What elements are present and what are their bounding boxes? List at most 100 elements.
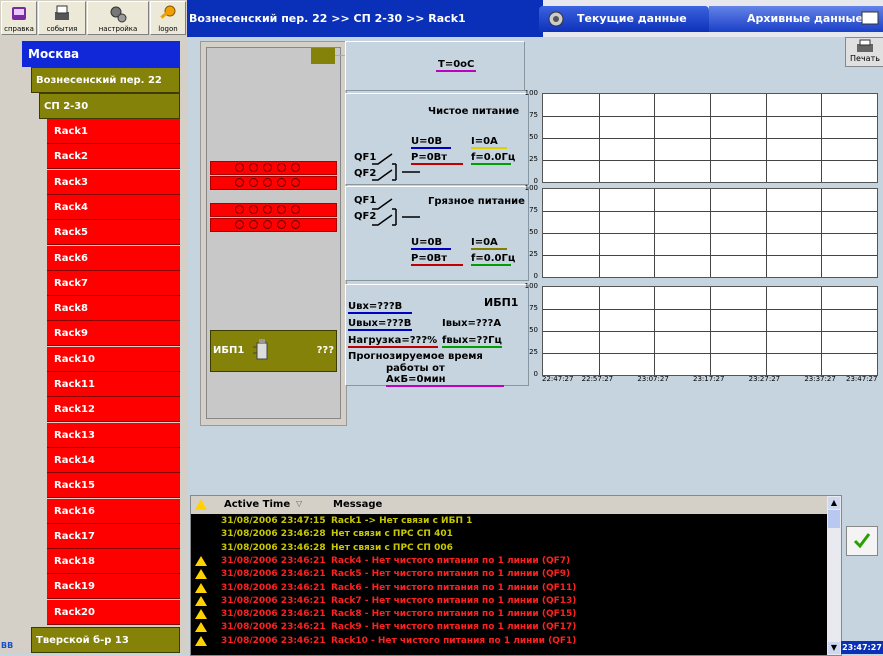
x-tick-label: 23:17:27	[693, 375, 725, 383]
temperature-sensor[interactable]	[311, 48, 335, 64]
col-active-time[interactable]: Active Time	[224, 499, 290, 510]
y-tick-label: 100	[524, 282, 538, 290]
led-indicator	[235, 220, 244, 229]
tree-city[interactable]: Москва	[22, 41, 180, 67]
tree-rack-item[interactable]: Rack16	[47, 498, 180, 524]
tree-rack-item[interactable]: Rack11	[47, 372, 180, 397]
alarm-row[interactable]: 31/08/2006 23:46:21 Rack7 - Нет чистого п…	[191, 595, 827, 607]
tree-rack-item[interactable]: Rack1	[47, 119, 180, 144]
alarm-time: 31/08/2006 23:46:21	[221, 595, 326, 606]
alarm-scrollbar[interactable]: ▲ ▼	[827, 496, 841, 655]
alarm-row[interactable]: 31/08/2006 23:46:28 Нет связи с ПРС СП 00…	[191, 542, 827, 554]
tree-room[interactable]: СП 2-30	[39, 93, 180, 119]
alarm-row[interactable]: 31/08/2006 23:46:21 Rack4 - Нет чистого п…	[191, 555, 827, 567]
acknowledge-button[interactable]	[846, 526, 878, 556]
server-unit[interactable]	[210, 176, 337, 190]
alarm-row[interactable]: 31/08/2006 23:47:15 Rack1 -> Нет связи с …	[191, 515, 827, 527]
grid-line	[543, 233, 877, 234]
alarm-message: Rack1 -> Нет связи с ИБП 1	[331, 516, 473, 526]
ups-panel: ИБП1 Uвх=???В Uвых=???В Iвых=???А Нагруз…	[345, 284, 529, 387]
settings-button[interactable]: настройка	[87, 1, 149, 35]
tree-rack-item[interactable]: Rack18	[47, 549, 180, 575]
led-indicator	[249, 178, 258, 187]
tree-rack-item[interactable]: Rack2	[47, 144, 180, 170]
events-button[interactable]: события	[38, 1, 86, 35]
x-tick-label: 23:37:27	[804, 375, 836, 383]
ups-icon	[253, 339, 268, 360]
grid-line	[543, 138, 877, 139]
warning-icon	[195, 555, 207, 566]
tree-rack-item[interactable]: Rack4	[47, 194, 180, 220]
tree-rack-item[interactable]: Rack15	[47, 473, 180, 499]
tree-rack-item[interactable]: Rack12	[47, 397, 180, 423]
tree-rack-item[interactable]: Rack6	[47, 245, 180, 271]
led-indicator	[249, 205, 258, 214]
alarm-row[interactable]: 31/08/2006 23:46:28 Нет связи с ПРС СП 40…	[191, 528, 827, 540]
server-unit[interactable]	[210, 218, 337, 232]
y-tick-label: 75	[529, 304, 538, 312]
y-tick-label: 0	[533, 370, 538, 378]
ups-unit[interactable]: ИБП1 ???	[210, 330, 337, 372]
led-indicator	[249, 220, 258, 229]
led-indicator	[291, 220, 300, 229]
warning-icon	[195, 609, 207, 620]
check-icon	[853, 533, 871, 549]
x-tick-label: 23:07:27	[637, 375, 669, 383]
breaker-switch-icon	[372, 198, 420, 226]
tree-rack-item[interactable]: Rack7	[47, 270, 180, 296]
scroll-down-icon[interactable]: ▼	[828, 642, 840, 654]
tree-site[interactable]: Вознесенский пер. 22	[31, 67, 180, 93]
scroll-thumb[interactable]	[828, 510, 840, 528]
led-indicator	[291, 178, 300, 187]
tree-rack-item[interactable]: Rack9	[47, 321, 180, 347]
alarm-row[interactable]: 31/08/2006 23:46:21 Rack8 - Нет чистого п…	[191, 608, 827, 620]
alarm-row[interactable]: 31/08/2006 23:46:21 Rack6 - Нет чистого п…	[191, 582, 827, 594]
alarm-row[interactable]: 31/08/2006 23:46:21 Rack9 - Нет чистого п…	[191, 621, 827, 633]
logon-button[interactable]: logon	[150, 1, 186, 35]
alarm-message: Нет связи с ПРС СП 401	[331, 529, 453, 540]
tree-rack-item[interactable]: Rack10	[47, 346, 180, 372]
tree-rack-item[interactable]: Rack5	[47, 220, 180, 246]
tree-next-site[interactable]: Тверской б-р 13	[31, 627, 180, 653]
led-indicator	[277, 205, 286, 214]
tree-rack-item[interactable]: Rack13	[47, 422, 180, 448]
tree-rack-item[interactable]: Rack8	[47, 296, 180, 322]
y-tick-label: 25	[529, 250, 538, 258]
col-message[interactable]: Message	[333, 499, 382, 510]
tab-current-data[interactable]: Текущие данные	[539, 6, 709, 32]
tree-rack-item[interactable]: Rack14	[47, 447, 180, 473]
alarm-time: 31/08/2006 23:46:21	[221, 582, 326, 593]
alarm-row[interactable]: 31/08/2006 23:46:21 Rack5 - Нет чистого п…	[191, 568, 827, 580]
led-indicator	[291, 205, 300, 214]
tree-rack-item[interactable]: Rack19	[47, 574, 180, 600]
server-unit[interactable]	[210, 203, 337, 217]
tab-archive-data[interactable]: Архивные данные	[709, 6, 883, 32]
led-indicator	[235, 163, 244, 172]
led-indicator	[277, 220, 286, 229]
alarm-time: 31/08/2006 23:46:21	[221, 622, 326, 633]
led-indicator	[249, 163, 258, 172]
clock: 23:47:27	[841, 641, 883, 654]
y-tick-label: 50	[529, 228, 538, 236]
x-tick-label: 22:47:27	[542, 375, 574, 383]
grid-line	[543, 331, 877, 332]
temperature-panel: T=0oC	[345, 41, 525, 91]
y-tick-label: 75	[529, 206, 538, 214]
tree-rack-item[interactable]: Rack17	[47, 523, 180, 549]
alarm-time: 31/08/2006 23:46:21	[221, 609, 326, 620]
grid-line	[543, 255, 877, 256]
dirty-power-panel: QF1 QF2 Грязное питание U=0B I=0A P=0Вт …	[345, 186, 529, 281]
server-unit[interactable]	[210, 161, 337, 175]
led-indicator	[263, 220, 272, 229]
led-indicator	[263, 178, 272, 187]
alarm-message: Нет связи с ПРС СП 006	[331, 542, 453, 553]
help-button[interactable]: справка	[1, 1, 37, 35]
scroll-up-icon[interactable]: ▲	[828, 497, 840, 509]
trend-chart	[542, 286, 878, 376]
tree-rack-item[interactable]: Rack3	[47, 169, 180, 195]
tree-rack-item[interactable]: Rack20	[47, 599, 180, 625]
alarm-time: 31/08/2006 23:46:28	[221, 542, 326, 553]
sort-down-icon[interactable]: ▽	[296, 499, 302, 508]
alarm-row[interactable]: 31/08/2006 23:46:21 Rack10 - Нет чистого …	[191, 635, 827, 647]
print-button[interactable]: Печать	[845, 37, 883, 67]
